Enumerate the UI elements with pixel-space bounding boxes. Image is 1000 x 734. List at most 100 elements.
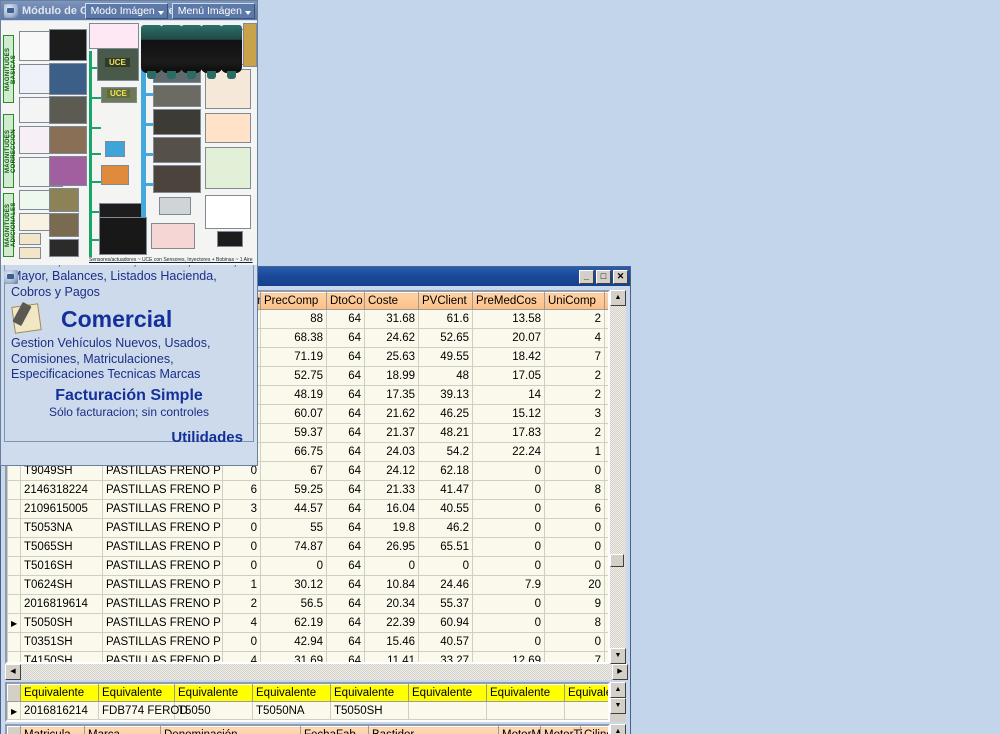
- eq-cell-2[interactable]: T5050: [174, 701, 253, 720]
- articles-hscrollbar[interactable]: ◀ ▶: [5, 664, 628, 680]
- cell-4[interactable]: 64: [326, 328, 365, 348]
- cell-2[interactable]: 1: [222, 575, 261, 595]
- scroll-down-icon[interactable]: ▼: [610, 698, 626, 714]
- cell-3[interactable]: 31.69: [260, 651, 327, 662]
- cell-5[interactable]: 26.95: [364, 537, 419, 557]
- row-selector[interactable]: [7, 613, 21, 633]
- equivalentes-grid[interactable]: Equivalente Equivalente Equivalente Equival…: [5, 682, 610, 722]
- cell-8[interactable]: 6: [544, 499, 605, 519]
- cell-8[interactable]: 8: [544, 480, 605, 500]
- vehicles-vscrollbar[interactable]: ▲ ▼: [610, 724, 626, 734]
- cell-5[interactable]: 21.33: [364, 480, 419, 500]
- cell-2[interactable]: 0: [222, 518, 261, 538]
- row-selector[interactable]: [7, 556, 21, 576]
- cell-3[interactable]: 0: [260, 556, 327, 576]
- cell-1[interactable]: PASTILLAS FRENO P: [102, 480, 223, 500]
- cell-7[interactable]: 0: [472, 556, 545, 576]
- veh-column-header-1[interactable]: Marca: [84, 726, 161, 734]
- cell-0[interactable]: T5065SH: [20, 537, 103, 557]
- eq-cell-4[interactable]: T5050SH: [330, 701, 409, 720]
- cell-6[interactable]: 49.55: [418, 347, 473, 367]
- cell-7[interactable]: 22.24: [472, 442, 545, 462]
- cell-6[interactable]: 62.18: [418, 461, 473, 481]
- cell-5[interactable]: 0: [364, 556, 419, 576]
- eq-cell-7[interactable]: [564, 701, 608, 720]
- row-selector[interactable]: [7, 651, 21, 662]
- eq-cell-0[interactable]: 2016816214: [20, 701, 99, 720]
- row-selector[interactable]: [7, 632, 21, 652]
- cell-2[interactable]: 3: [222, 499, 261, 519]
- facturacion-simple-title[interactable]: Facturación Simple: [11, 387, 247, 405]
- row-selector[interactable]: [7, 480, 21, 500]
- utilidades-link[interactable]: Utilidades: [11, 429, 247, 446]
- cell-2[interactable]: 6: [222, 480, 261, 500]
- table-row[interactable]: 2016819614 PASTILLAS FRENO P 2 56.5 64 20.34 5…: [7, 594, 608, 614]
- scroll-thumb[interactable]: [610, 554, 624, 567]
- eq-cell-6[interactable]: [486, 701, 565, 720]
- cell-4[interactable]: 64: [326, 366, 365, 386]
- cell-7[interactable]: 0: [472, 461, 545, 481]
- table-row[interactable]: 2146318224 PASTILLAS FRENO P 6 59.25 64 21.33…: [7, 480, 608, 500]
- eq-column-header-0[interactable]: Equivalente: [20, 684, 99, 702]
- cell-4[interactable]: 64: [326, 537, 365, 557]
- column-header-6[interactable]: PVClient: [418, 292, 473, 310]
- cell-7[interactable]: 0: [472, 518, 545, 538]
- cell-1[interactable]: PASTILLAS FRENO P: [102, 537, 223, 557]
- scroll-up-icon[interactable]: ▲: [610, 682, 626, 698]
- cell-8[interactable]: 9: [544, 594, 605, 614]
- eq-cell-1[interactable]: FDB774 FEROD: [98, 701, 188, 720]
- cell-5[interactable]: 11.41: [364, 651, 419, 662]
- table-row[interactable]: 2109615005 PASTILLAS FRENO P 3 44.57 64 16.04…: [7, 499, 608, 519]
- cell-6[interactable]: 24.46: [418, 575, 473, 595]
- table-row[interactable]: T0624SH PASTILLAS FRENO P 1 30.12 64 10.84 24.…: [7, 575, 608, 595]
- menu-imagen-button[interactable]: Menú Imágen: [171, 3, 255, 19]
- cell-0[interactable]: 2109615005: [20, 499, 103, 519]
- cell-3[interactable]: 52.75: [260, 366, 327, 386]
- cell-8[interactable]: 4: [544, 328, 605, 348]
- row-selector[interactable]: [7, 518, 21, 538]
- cell-6[interactable]: 48.21: [418, 423, 473, 443]
- cell-5[interactable]: 31.68: [364, 309, 419, 329]
- cell-2[interactable]: 2: [222, 594, 261, 614]
- cell-6[interactable]: 40.57: [418, 632, 473, 652]
- table-row[interactable]: T5016SH PASTILLAS FRENO P 0 0 64 0 0 0 0: [7, 556, 608, 576]
- scroll-left-icon[interactable]: ◀: [5, 664, 21, 680]
- row-selector[interactable]: [7, 499, 21, 519]
- cell-4[interactable]: 64: [326, 423, 365, 443]
- cell-7[interactable]: 0: [472, 632, 545, 652]
- cell-7[interactable]: 0: [472, 537, 545, 557]
- cell-5[interactable]: 19.8: [364, 518, 419, 538]
- cell-3[interactable]: 44.57: [260, 499, 327, 519]
- cell-8[interactable]: 7: [544, 347, 605, 367]
- eq-column-header-4[interactable]: Equivalente: [330, 684, 409, 702]
- cell-4[interactable]: 64: [326, 651, 365, 662]
- column-header-3[interactable]: PrecComp: [260, 292, 327, 310]
- eq-column-header-6[interactable]: Equivalente: [486, 684, 565, 702]
- cell-3[interactable]: 74.87: [260, 537, 327, 557]
- cell-6[interactable]: 65.51: [418, 537, 473, 557]
- eq-column-header-2[interactable]: Equivalente: [174, 684, 253, 702]
- cell-5[interactable]: 20.34: [364, 594, 419, 614]
- cell-3[interactable]: 88: [260, 309, 327, 329]
- cell-3[interactable]: 62.19: [260, 613, 327, 633]
- maximize-icon[interactable]: □: [596, 269, 611, 284]
- cell-5[interactable]: 24.03: [364, 442, 419, 462]
- cell-4[interactable]: 64: [326, 309, 365, 329]
- cell-3[interactable]: 59.25: [260, 480, 327, 500]
- eq-column-header-5[interactable]: Equivalente: [408, 684, 487, 702]
- veh-column-header-3[interactable]: FechaFab: [300, 726, 369, 734]
- scroll-up-icon[interactable]: ▲: [610, 724, 626, 734]
- cell-3[interactable]: 60.07: [260, 404, 327, 424]
- cell-8[interactable]: 2: [544, 366, 605, 386]
- cell-6[interactable]: 52.65: [418, 328, 473, 348]
- cell-8[interactable]: 20: [544, 575, 605, 595]
- cell-1[interactable]: PASTILLAS FRENO P: [102, 632, 223, 652]
- column-header-4[interactable]: DtoCo: [326, 292, 365, 310]
- cell-8[interactable]: 2: [544, 309, 605, 329]
- vehicles-grid[interactable]: MatriculaMarcaDenominaciónFechaFabBastid…: [5, 724, 610, 734]
- cell-2[interactable]: 0: [222, 556, 261, 576]
- cell-6[interactable]: 46.2: [418, 518, 473, 538]
- cell-7[interactable]: 17.83: [472, 423, 545, 443]
- cell-7[interactable]: 13.58: [472, 309, 545, 329]
- cell-8[interactable]: 1: [544, 442, 605, 462]
